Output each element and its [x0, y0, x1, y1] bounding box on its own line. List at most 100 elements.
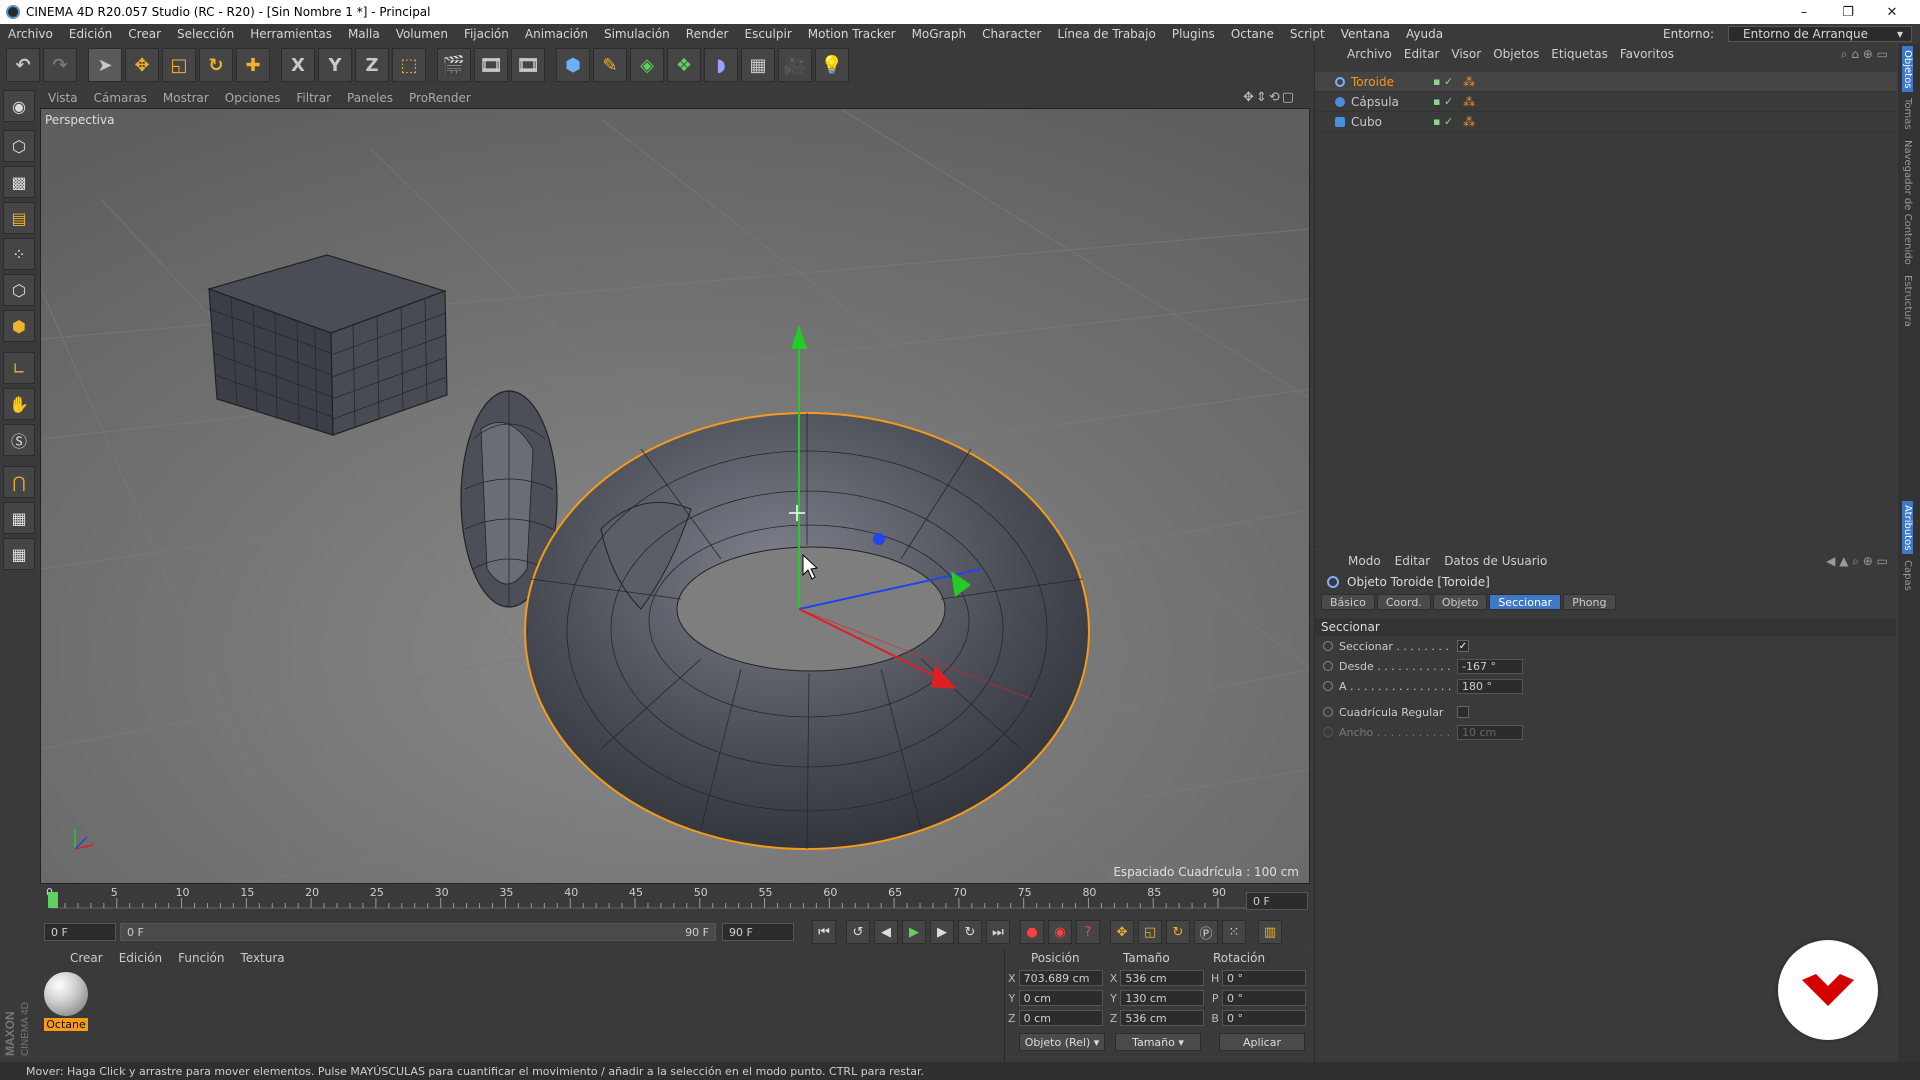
rotate-tool-button[interactable]: ↻ — [199, 48, 233, 82]
object-row-capsula[interactable]: Cápsula ▪ ✓ ⁂ — [1315, 92, 1897, 112]
array-button[interactable]: ❖ — [667, 48, 701, 82]
pos-y-field[interactable]: 0 cm — [1018, 990, 1103, 1006]
om-menu-editar[interactable]: Editar — [1398, 47, 1446, 61]
move-tool-button[interactable]: ✥ — [125, 48, 159, 82]
coordinate-system-button[interactable]: ⬚ — [392, 48, 426, 82]
prev-frame-button[interactable]: ◀ — [874, 920, 898, 944]
autokey-button[interactable]: ◉ — [1048, 920, 1072, 944]
edges-mode-button[interactable]: ⬡ — [3, 274, 35, 306]
om-header-icons[interactable]: ⌕ ⌂ ⊕ ▭ — [1835, 47, 1896, 62]
axis-y-button[interactable]: Y — [318, 48, 352, 82]
om-menu-visor[interactable]: Visor — [1445, 47, 1487, 61]
viewport-nav-icons[interactable]: ✥⇕⟲▢ — [1235, 90, 1304, 105]
frame-range-slider[interactable]: 0 F 90 F — [120, 923, 716, 941]
animate-radio-icon[interactable] — [1323, 707, 1333, 717]
size-z-field[interactable]: 536 cm — [1120, 1010, 1205, 1026]
light-button[interactable]: 💡 — [815, 48, 849, 82]
select-tool-button[interactable]: ➤ — [88, 48, 122, 82]
key-rotation-button[interactable]: ↻ — [1166, 920, 1190, 944]
start-frame-field[interactable]: 0 F — [44, 923, 116, 941]
menu-simulacion[interactable]: Simulación — [596, 27, 678, 41]
play-button[interactable]: ▶ — [902, 920, 926, 944]
rot-h-field[interactable]: 0 ° — [1222, 970, 1307, 986]
vp-menu-mostrar[interactable]: Mostrar — [155, 91, 217, 105]
visibility-flags-icon[interactable]: ▪ ✓ — [1433, 75, 1453, 88]
current-frame-field[interactable]: 0 F — [1246, 892, 1308, 910]
prev-key-button[interactable]: ↺ — [846, 920, 870, 944]
vtab-atributos[interactable]: Atributos — [1902, 500, 1913, 555]
animate-radio-icon[interactable] — [1323, 641, 1333, 651]
vtab-capas[interactable]: Capas — [1902, 556, 1913, 595]
menu-crear[interactable]: Crear — [120, 27, 169, 41]
menu-animacion[interactable]: Animación — [517, 27, 596, 41]
vtab-objetos[interactable]: Objetos — [1902, 46, 1913, 93]
menu-ventana[interactable]: Ventana — [1333, 27, 1398, 41]
size-y-field[interactable]: 130 cm — [1120, 990, 1205, 1006]
minimize-button[interactable]: – — [1782, 0, 1826, 24]
subdivision-button[interactable]: ◈ — [630, 48, 664, 82]
object-row-toroide[interactable]: Toroide ▪ ✓ ⁂ — [1315, 72, 1897, 92]
mat-menu-edicion[interactable]: Edición — [111, 951, 170, 965]
spline-button[interactable]: ✎ — [593, 48, 627, 82]
menu-fijacion[interactable]: Fijación — [456, 27, 517, 41]
playhead-marker[interactable] — [48, 892, 58, 908]
deformer-button[interactable]: ◗ — [704, 48, 738, 82]
tab-coord[interactable]: Coord. — [1376, 594, 1431, 610]
tab-phong[interactable]: Phong — [1563, 594, 1616, 610]
vtab-estructura[interactable]: Estructura — [1902, 271, 1913, 331]
tab-seccionar[interactable]: Seccionar — [1489, 594, 1562, 610]
undo-button[interactable]: ↶ — [6, 48, 40, 82]
close-button[interactable]: ✕ — [1870, 0, 1914, 24]
timeline-ruler[interactable]: 051015202530354045505560657075808590 0 F — [40, 886, 1310, 914]
restore-button[interactable]: ❐ — [1826, 0, 1870, 24]
om-menu-etiquetas[interactable]: Etiquetas — [1545, 47, 1614, 61]
last-tool-button[interactable]: ✚ — [236, 48, 270, 82]
lock-workplane-button[interactable]: ▦ — [3, 502, 35, 534]
menu-malla[interactable]: Malla — [340, 27, 388, 41]
menu-herramientas[interactable]: Herramientas — [242, 27, 340, 41]
om-menu-objetos[interactable]: Objetos — [1487, 47, 1545, 61]
menu-motion-tracker[interactable]: Motion Tracker — [800, 27, 904, 41]
tweak-mode-button[interactable]: ✋ — [3, 388, 35, 420]
rot-p-field[interactable]: 0 ° — [1222, 990, 1307, 1006]
key-pla-button[interactable]: ⁙ — [1222, 920, 1246, 944]
planar-workplane-button[interactable]: ▦ — [3, 538, 35, 570]
key-position-button[interactable]: ✥ — [1110, 920, 1134, 944]
visibility-flags-icon[interactable]: ▪ ✓ — [1433, 95, 1453, 108]
menu-plugins[interactable]: Plugins — [1164, 27, 1223, 41]
magnet-button[interactable]: ⋂ — [3, 466, 35, 498]
next-frame-button[interactable]: ▶ — [930, 920, 954, 944]
animate-radio-icon[interactable] — [1323, 661, 1333, 671]
at-menu-modo[interactable]: Modo — [1341, 554, 1388, 568]
seccionar-checkbox[interactable]: ✓ — [1457, 640, 1469, 652]
menu-archivo[interactable]: Archivo — [0, 27, 61, 41]
env-dropdown[interactable]: Entorno de Arranque ▾ — [1728, 26, 1912, 42]
key-scale-button[interactable]: ◱ — [1138, 920, 1162, 944]
vtab-navegador[interactable]: Navegador de Contenido — [1902, 136, 1913, 269]
vp-menu-prorender[interactable]: ProRender — [401, 91, 479, 105]
mat-menu-funcion[interactable]: Función — [170, 951, 232, 965]
vp-menu-camaras[interactable]: Cámaras — [86, 91, 155, 105]
tab-objeto[interactable]: Objeto — [1432, 594, 1488, 610]
vp-menu-filtrar[interactable]: Filtrar — [288, 91, 339, 105]
render-picture-viewer-button[interactable]: 🎞 — [474, 48, 508, 82]
at-header-icons[interactable]: ◀ ▲ ⌕ ⊕ ▭ — [1819, 554, 1896, 569]
phong-tag-icon[interactable]: ⁂ — [1463, 75, 1475, 89]
menu-ayuda[interactable]: Ayuda — [1398, 27, 1451, 41]
make-editable-button[interactable]: ◉ — [3, 90, 35, 122]
axis-z-button[interactable]: Z — [355, 48, 389, 82]
menu-seleccion[interactable]: Selección — [169, 27, 242, 41]
menu-esculpir[interactable]: Esculpir — [737, 27, 800, 41]
render-view-button[interactable]: 🎬 — [437, 48, 471, 82]
phong-tag-icon[interactable]: ⁂ — [1463, 95, 1475, 109]
vp-menu-vista[interactable]: Vista — [40, 91, 86, 105]
end-frame-field[interactable]: 90 F — [722, 923, 794, 941]
render-settings-button[interactable]: 🎞 — [511, 48, 545, 82]
apply-button[interactable]: Aplicar — [1219, 1033, 1305, 1051]
at-menu-editar[interactable]: Editar — [1388, 554, 1438, 568]
texture-mode-button[interactable]: ▩ — [3, 166, 35, 198]
pos-x-field[interactable]: 703.689 cm — [1018, 970, 1103, 986]
mat-menu-textura[interactable]: Textura — [232, 951, 292, 965]
rot-b-field[interactable]: 0 ° — [1222, 1010, 1307, 1026]
menu-character[interactable]: Character — [974, 27, 1049, 41]
